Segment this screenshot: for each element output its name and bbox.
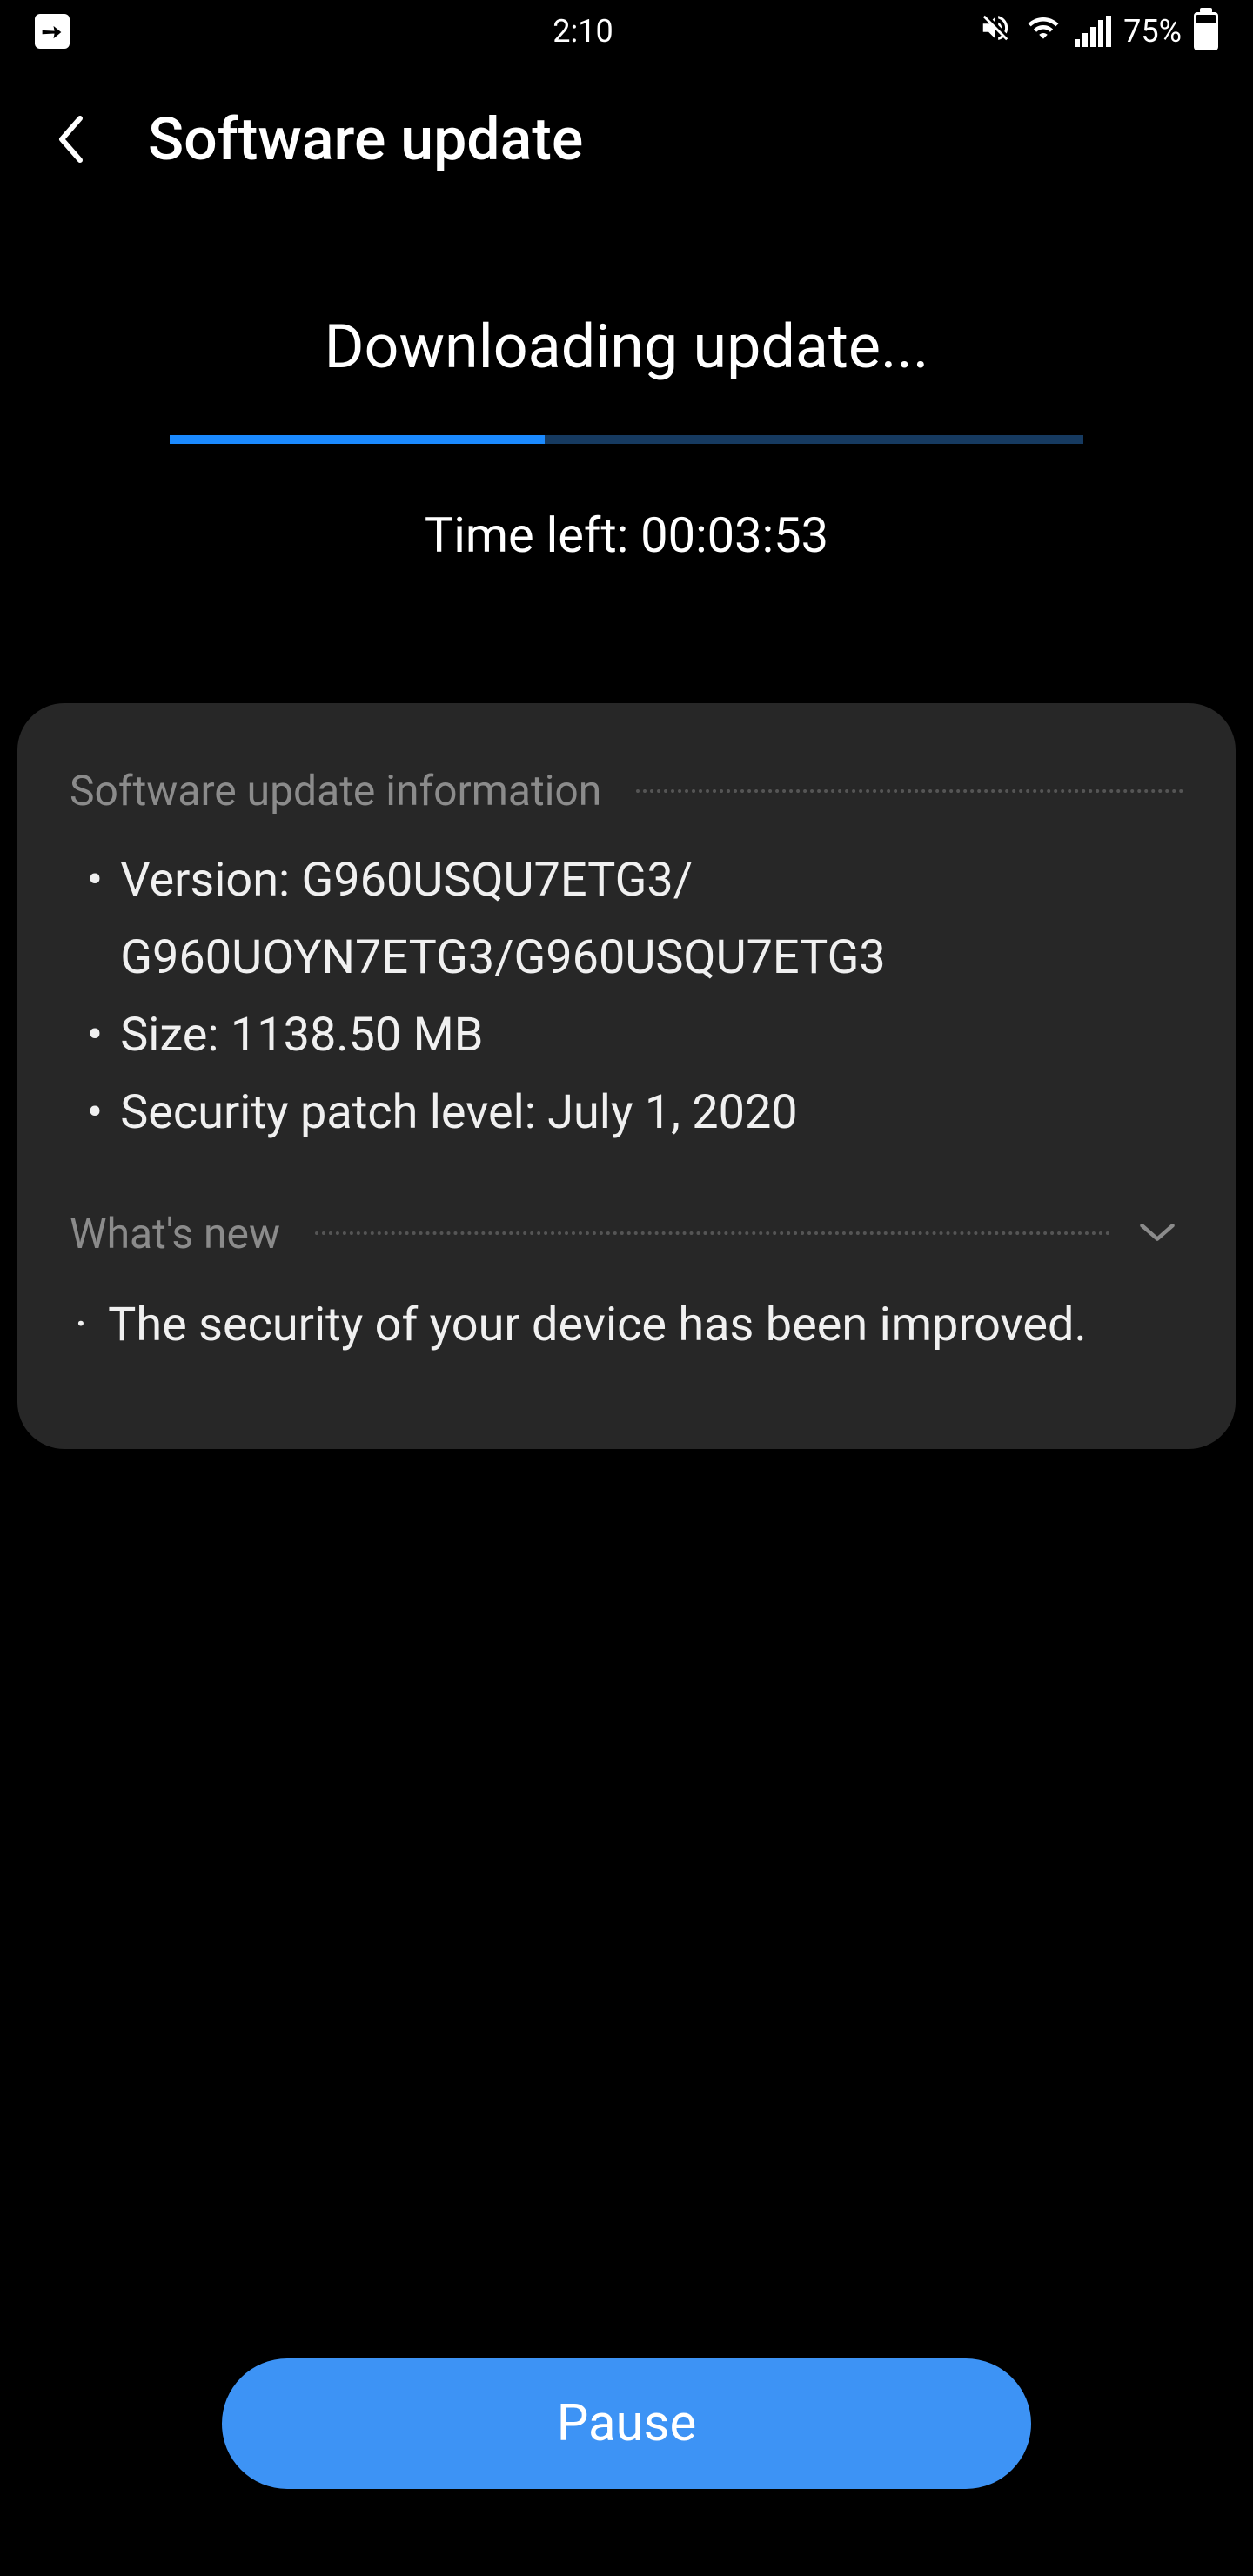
whatsnew-title: What's new [70,1209,280,1258]
time-left-label: Time left: 00:03:53 [104,506,1149,564]
bullet-icon: • [87,1074,103,1151]
whatsnew-body: · The security of your device has been i… [70,1285,1183,1365]
bullet-icon: • [87,842,103,996]
download-heading: Downloading update... [104,312,1149,383]
expand-whats-new-button[interactable] [1131,1207,1183,1259]
battery-icon [1194,12,1218,50]
progress-bar [170,435,1083,444]
progress-fill [170,435,545,444]
info-section-header: Software update information [70,766,1183,815]
whatsnew-header-row[interactable]: What's new [70,1207,1183,1259]
status-left: ➚ [35,14,296,49]
app-header: Software update [0,63,1253,216]
chevron-left-icon [54,113,85,165]
dotted-divider [636,789,1183,793]
info-section-title: Software update information [70,766,601,815]
status-clock: 2:10 [296,13,870,50]
status-right: 75% [870,11,1218,52]
whats-new-section: What's new · The security of your device… [70,1207,1183,1365]
update-info-card: Software update information • Version: G… [17,703,1236,1449]
download-status: Downloading update... Time left: 00:03:5… [0,216,1253,564]
pause-button-label: Pause [557,2394,697,2453]
info-security-row: • Security patch level: July 1, 2020 [87,1074,1183,1151]
chevron-down-icon [1138,1221,1176,1245]
signal-icon [1075,16,1111,47]
wifi-icon [1024,11,1062,52]
mute-icon [979,11,1012,52]
bullet-icon: · [75,1285,87,1365]
back-button[interactable] [44,113,96,165]
status-bar: ➚ 2:10 75% [0,0,1253,63]
info-size-text: Size: 1138.50 MB [120,996,1183,1074]
whatsnew-text: The security of your device has been imp… [108,1285,1087,1365]
info-size-row: • Size: 1138.50 MB [87,996,1183,1074]
page-title: Software update [148,104,583,174]
info-version-row: • Version: G960USQU7ETG3/ G960UOYN7ETG3/… [87,842,1183,996]
bullet-icon: • [87,996,103,1074]
pause-button[interactable]: Pause [222,2358,1031,2489]
battery-pct: 75% [1123,13,1182,50]
app-shortcut-icon: ➚ [35,14,70,49]
update-info-list: • Version: G960USQU7ETG3/ G960UOYN7ETG3/… [70,842,1183,1151]
dotted-divider [315,1231,1110,1235]
info-version-text: Version: G960USQU7ETG3/ G960UOYN7ETG3/G9… [120,842,1183,996]
info-security-text: Security patch level: July 1, 2020 [120,1074,1183,1151]
